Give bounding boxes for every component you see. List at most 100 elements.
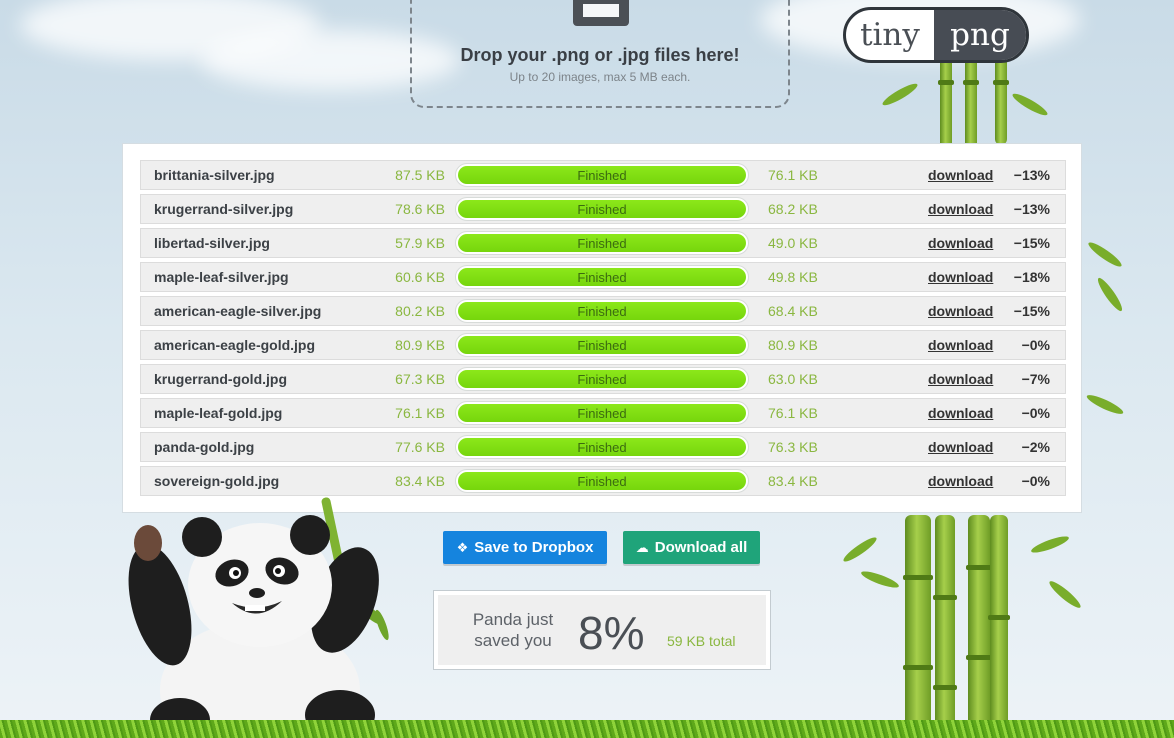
- save-to-dropbox-button[interactable]: ❖ Save to Dropbox: [443, 531, 607, 564]
- savings-label-line1: Panda just: [472, 610, 554, 629]
- file-row: panda-gold.jpg 77.6 KB Finished 76.3 KB down…: [140, 432, 1066, 462]
- progress-status: Finished: [577, 270, 627, 285]
- progress-bar: Finished: [455, 435, 749, 459]
- original-size: 76.1 KB: [395, 405, 445, 421]
- download-link[interactable]: download: [928, 201, 993, 217]
- file-name: krugerrand-silver.jpg: [154, 201, 294, 217]
- download-link[interactable]: download: [928, 269, 993, 285]
- grass-decoration: [0, 720, 1174, 738]
- download-link[interactable]: download: [928, 167, 993, 183]
- compressed-size: 68.2 KB: [768, 201, 818, 217]
- download-tray-icon: [573, 0, 629, 26]
- download-link[interactable]: download: [928, 303, 993, 319]
- progress-bar: Finished: [455, 333, 749, 357]
- file-name: libertad-silver.jpg: [154, 235, 270, 251]
- progress-bar: Finished: [455, 367, 749, 391]
- download-link[interactable]: download: [928, 235, 993, 251]
- file-row: krugerrand-silver.jpg 78.6 KB Finished 68.2…: [140, 194, 1066, 224]
- logo-text-tiny: tiny: [860, 17, 920, 53]
- file-row: american-eagle-gold.jpg 80.9 KB Finished 80…: [140, 330, 1066, 360]
- saving-percent: −7%: [1021, 371, 1050, 387]
- original-size: 80.2 KB: [395, 303, 445, 319]
- progress-status: Finished: [577, 474, 627, 489]
- compressed-size: 68.4 KB: [768, 303, 818, 319]
- original-size: 60.6 KB: [395, 269, 445, 285]
- file-name: panda-gold.jpg: [154, 439, 255, 455]
- savings-label: Panda just saved you: [468, 609, 558, 651]
- saving-percent: −0%: [1021, 405, 1050, 421]
- download-link[interactable]: download: [928, 337, 993, 353]
- progress-bar: Finished: [455, 231, 749, 255]
- compressed-size: 76.3 KB: [768, 439, 818, 455]
- original-size: 57.9 KB: [395, 235, 445, 251]
- progress-status: Finished: [577, 372, 627, 387]
- compressed-size: 76.1 KB: [768, 405, 818, 421]
- file-row: krugerrand-gold.jpg 67.3 KB Finished 63.0 K…: [140, 364, 1066, 394]
- saving-percent: −15%: [1013, 303, 1050, 319]
- savings-label-line2: saved you: [474, 631, 552, 650]
- progress-bar: Finished: [455, 401, 749, 425]
- file-name: american-eagle-gold.jpg: [154, 337, 316, 353]
- progress-bar: Finished: [455, 197, 749, 221]
- file-row: maple-leaf-gold.jpg 76.1 KB Finished 76.1 K…: [140, 398, 1066, 428]
- download-all-button[interactable]: ☁ Download all: [623, 531, 760, 564]
- compressed-size: 63.0 KB: [768, 371, 818, 387]
- progress-bar: Finished: [455, 469, 749, 493]
- file-name: sovereign-gold.jpg: [154, 473, 280, 489]
- progress-bar: Finished: [455, 299, 749, 323]
- upload-dropzone[interactable]: Drop your .png or .jpg files here! Up to…: [410, 0, 790, 108]
- saving-percent: −13%: [1013, 201, 1050, 217]
- dropbox-icon: ❖: [456, 540, 469, 555]
- saving-percent: −18%: [1013, 269, 1050, 285]
- file-name: american-eagle-silver.jpg: [154, 303, 322, 319]
- progress-status: Finished: [577, 440, 627, 455]
- progress-bar: Finished: [455, 265, 749, 289]
- file-name: maple-leaf-gold.jpg: [154, 405, 283, 421]
- saving-percent: −0%: [1021, 337, 1050, 353]
- savings-summary: Panda just saved you 8% 59 KB total: [433, 590, 771, 670]
- original-size: 80.9 KB: [395, 337, 445, 353]
- original-size: 83.4 KB: [395, 473, 445, 489]
- download-link[interactable]: download: [928, 439, 993, 455]
- compressed-size: 49.0 KB: [768, 235, 818, 251]
- savings-total: 59 KB total: [667, 633, 736, 649]
- savings-percent: 8%: [578, 607, 645, 659]
- saving-percent: −15%: [1013, 235, 1050, 251]
- download-all-label: Download all: [654, 539, 748, 556]
- compressed-size: 80.9 KB: [768, 337, 818, 353]
- progress-bar: Finished: [455, 163, 749, 187]
- file-name: brittania-silver.jpg: [154, 167, 275, 183]
- file-row: libertad-silver.jpg 57.9 KB Finished 49.0 K…: [140, 228, 1066, 258]
- saving-percent: −0%: [1021, 473, 1050, 489]
- file-row: sovereign-gold.jpg 83.4 KB Finished 83.4 KB…: [140, 466, 1066, 496]
- download-link[interactable]: download: [928, 405, 993, 421]
- cloud-download-icon: ☁: [635, 540, 649, 555]
- progress-status: Finished: [577, 304, 627, 319]
- original-size: 67.3 KB: [395, 371, 445, 387]
- logo-text-png: png: [934, 10, 1026, 60]
- dropzone-title: Drop your .png or .jpg files here!: [460, 45, 740, 65]
- original-size: 87.5 KB: [395, 167, 445, 183]
- file-row: maple-leaf-silver.jpg 60.6 KB Finished 49.8…: [140, 262, 1066, 292]
- compressed-size: 49.8 KB: [768, 269, 818, 285]
- compressed-size: 83.4 KB: [768, 473, 818, 489]
- save-to-dropbox-label: Save to Dropbox: [474, 539, 594, 556]
- file-name: maple-leaf-silver.jpg: [154, 269, 289, 285]
- dropzone-subtitle: Up to 20 images, max 5 MB each.: [509, 70, 691, 84]
- original-size: 78.6 KB: [395, 201, 445, 217]
- progress-status: Finished: [577, 168, 627, 183]
- progress-status: Finished: [577, 338, 627, 353]
- saving-percent: −13%: [1013, 167, 1050, 183]
- file-row: brittania-silver.jpg 87.5 KB Finished 76.1 …: [140, 160, 1066, 190]
- compressed-size: 76.1 KB: [768, 167, 818, 183]
- download-link[interactable]: download: [928, 473, 993, 489]
- original-size: 77.6 KB: [395, 439, 445, 455]
- saving-percent: −2%: [1021, 439, 1050, 455]
- file-row: american-eagle-silver.jpg 80.2 KB Finished…: [140, 296, 1066, 326]
- download-link[interactable]: download: [928, 371, 993, 387]
- panda-mascot: [128, 497, 389, 738]
- tinypng-logo[interactable]: tiny png: [843, 7, 1029, 63]
- progress-status: Finished: [577, 236, 627, 251]
- progress-status: Finished: [577, 202, 627, 217]
- file-name: krugerrand-gold.jpg: [154, 371, 287, 387]
